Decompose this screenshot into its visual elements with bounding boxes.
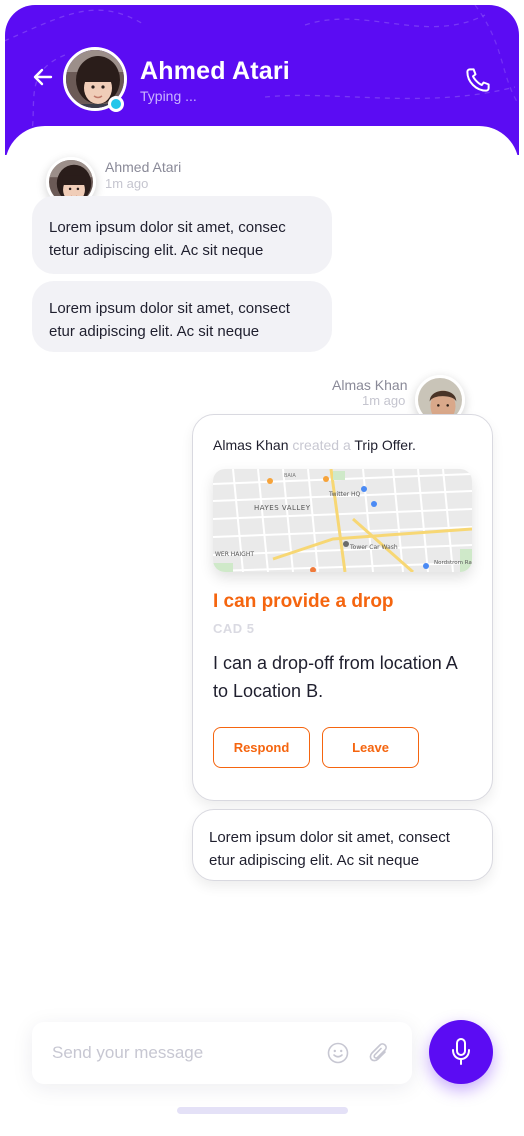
- message-text: Lorem ipsum dolor sit amet, consect etur…: [209, 829, 450, 869]
- typing-status: Typing ...: [140, 88, 197, 104]
- online-status-dot: [108, 96, 124, 112]
- offer-verb: created a: [292, 437, 351, 453]
- incoming-message: Lorem ipsum dolor sit amet, consec tetur…: [32, 196, 332, 274]
- microphone-icon: [452, 1038, 470, 1065]
- home-indicator: [177, 1107, 348, 1114]
- offer-price: CAD 5: [213, 621, 255, 636]
- route-map[interactable]: HAYES VALLEY Twitter HQ Tower Car Wash W…: [213, 469, 472, 572]
- message-text: Lorem ipsum dolor sit amet, consec tetur…: [49, 219, 286, 259]
- outgoing-timestamp: 1m ago: [362, 393, 406, 408]
- offer-title: I can provide a drop: [213, 591, 394, 612]
- map-label: BAIA: [284, 473, 296, 479]
- call-button[interactable]: [463, 65, 493, 95]
- map-icon: HAYES VALLEY Twitter HQ Tower Car Wash W…: [213, 469, 472, 572]
- outgoing-sender-name: Almas Khan: [332, 377, 408, 393]
- contact-name: Ahmed Atari: [140, 57, 290, 85]
- incoming-message: Lorem ipsum dolor sit amet, consect etur…: [32, 281, 332, 352]
- back-button[interactable]: [29, 63, 57, 91]
- incoming-timestamp: 1m ago: [105, 176, 149, 191]
- incoming-sender-name: Ahmed Atari: [105, 159, 182, 175]
- map-label: Nordstrom Ra: [434, 560, 472, 566]
- message-input[interactable]: [52, 1040, 322, 1066]
- chat-screen: Ahmed Atari Typing ... Ahmed Atari 1m ag…: [0, 0, 524, 1136]
- map-label: Twitter HQ: [328, 491, 361, 498]
- arrow-left-icon: [33, 68, 53, 86]
- respond-button[interactable]: Respond: [213, 727, 310, 768]
- offer-actor: Almas Khan: [213, 437, 289, 453]
- message-text: Lorem ipsum dolor sit amet, consect etur…: [49, 300, 290, 340]
- voice-record-button[interactable]: [429, 1020, 493, 1084]
- map-label: Tower Car Wash: [349, 544, 398, 551]
- offer-object: Trip Offer.: [354, 437, 416, 453]
- outgoing-message: Lorem ipsum dolor sit amet, consect etur…: [192, 809, 493, 881]
- paperclip-icon: [369, 1043, 387, 1062]
- map-label: HAYES VALLEY: [254, 504, 311, 512]
- message-composer: [32, 1022, 412, 1084]
- map-label: WER HAIGHT: [215, 551, 254, 558]
- leave-button[interactable]: Leave: [322, 727, 419, 768]
- attach-button[interactable]: [368, 1041, 390, 1065]
- smiley-icon: [327, 1042, 349, 1064]
- phone-icon: [466, 68, 490, 92]
- offer-header: Almas Khan created a Trip Offer.: [213, 437, 416, 453]
- trip-offer-card: Almas Khan created a Trip Offer. HAYES V…: [192, 414, 493, 801]
- offer-description: I can a drop-off from location A to Loca…: [213, 653, 457, 701]
- emoji-button[interactable]: [327, 1042, 349, 1064]
- message-list: Ahmed Atari 1m ago Lorem ipsum dolor sit…: [5, 126, 519, 1136]
